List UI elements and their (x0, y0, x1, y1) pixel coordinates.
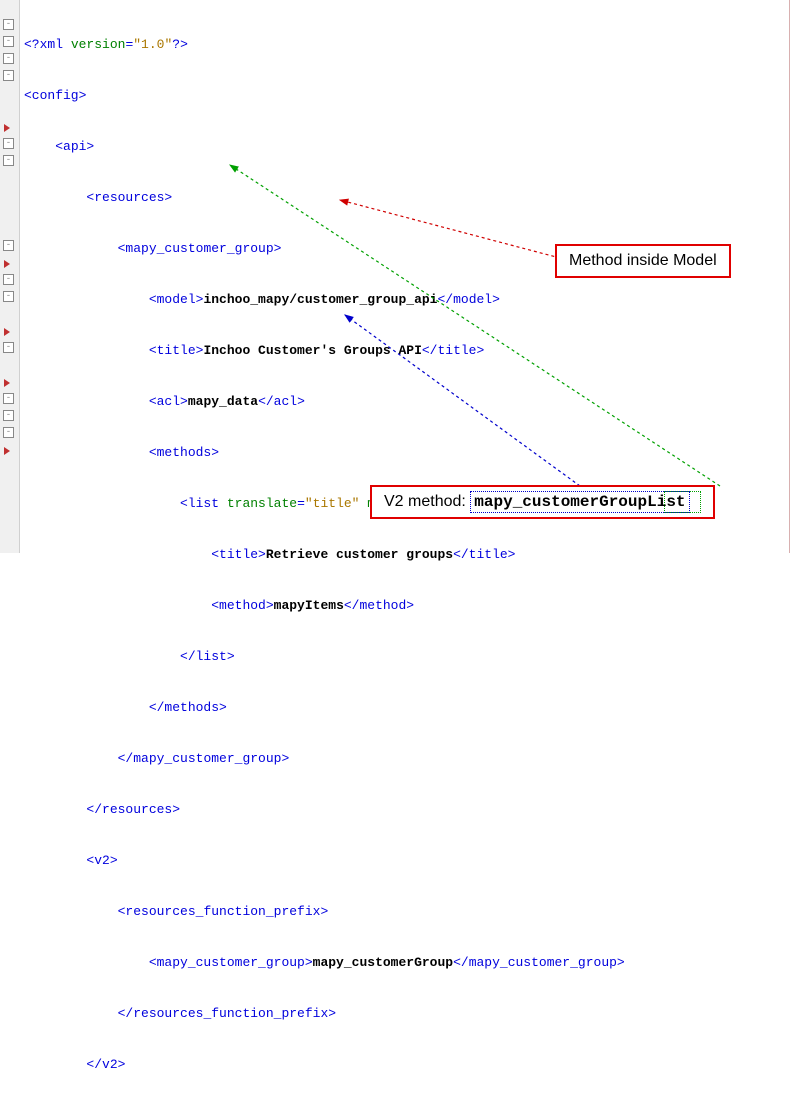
fold-marker[interactable]: - (3, 36, 14, 47)
callout-v2-method: V2 method: mapy_customerGroupList (370, 485, 715, 519)
code-line: <v2> (24, 852, 796, 869)
fold-marker[interactable]: - (3, 19, 14, 30)
gutter-arrow-icon (4, 260, 10, 268)
code-line: </resources_function_prefix> (24, 1005, 796, 1022)
fold-marker[interactable]: - (3, 138, 14, 149)
code-line: </mapy_customer_group> (24, 750, 796, 767)
right-margin-guide (789, 0, 790, 553)
code-line: <api> (24, 138, 796, 155)
gutter-arrow-icon (4, 447, 10, 455)
gutter: - - - - - - - - - - - - - (0, 0, 20, 553)
gutter-arrow-icon (4, 379, 10, 387)
callout-text: Method inside Model (569, 252, 717, 269)
code-line: </resources> (24, 801, 796, 818)
code-line: <model>inchoo_mapy/customer_group_api</m… (24, 291, 796, 308)
gutter-arrow-icon (4, 124, 10, 132)
callout-method-model: Method inside Model (555, 244, 731, 278)
fold-marker[interactable]: - (3, 155, 14, 166)
code-line: <resources> (24, 189, 796, 206)
fold-marker[interactable]: - (3, 410, 14, 421)
gutter-arrow-icon (4, 328, 10, 336)
fold-marker[interactable]: - (3, 342, 14, 353)
code-line: <title>Retrieve customer groups</title> (24, 546, 796, 563)
fold-marker[interactable]: - (3, 70, 14, 81)
code-line: </methods> (24, 699, 796, 716)
code-line: <config> (24, 87, 796, 104)
code-line: </list> (24, 648, 796, 665)
code-line: <resources_function_prefix> (24, 903, 796, 920)
fold-marker[interactable]: - (3, 427, 14, 438)
code-line: <method>mapyItems</method> (24, 597, 796, 614)
code-line: <?xml version="1.0"?> (24, 36, 796, 53)
code-line: <title>Inchoo Customer's Groups API</tit… (24, 342, 796, 359)
code-line: <acl>mapy_data</acl> (24, 393, 796, 410)
fold-marker[interactable]: - (3, 274, 14, 285)
callout-label: V2 method: (384, 493, 466, 510)
callout-value: mapy_customerGroupList (474, 493, 685, 511)
fold-marker[interactable]: - (3, 240, 14, 251)
code-line: <methods> (24, 444, 796, 461)
code-line: <mapy_customer_group>mapy_customerGroup<… (24, 954, 796, 971)
fold-marker[interactable]: - (3, 393, 14, 404)
code-line: </v2> (24, 1056, 796, 1073)
fold-marker[interactable]: - (3, 53, 14, 64)
fold-marker[interactable]: - (3, 291, 14, 302)
